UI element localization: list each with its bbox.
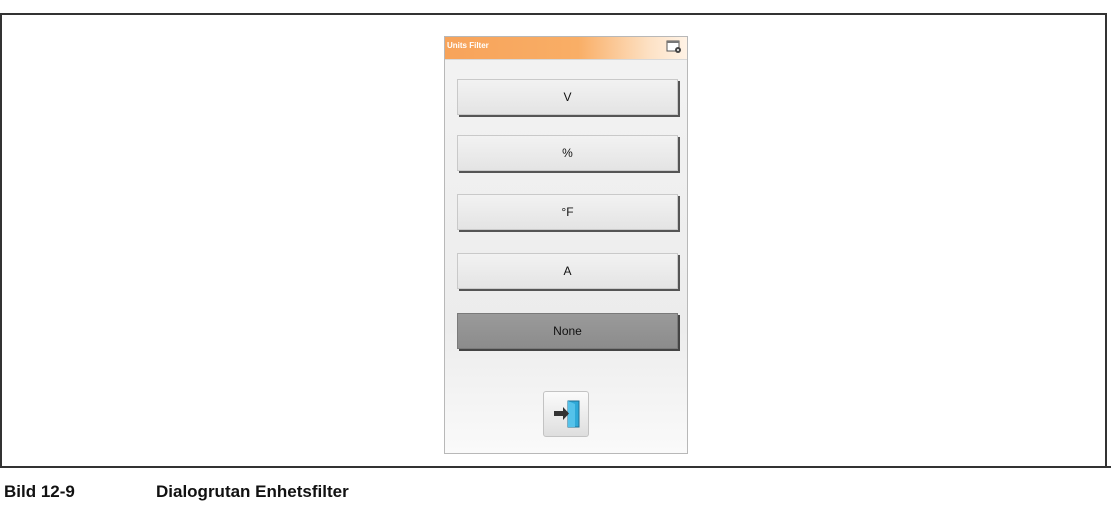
figure-divider [0, 466, 1111, 468]
unit-button-label: % [562, 146, 573, 160]
dialog-title: Units Filter [447, 41, 489, 50]
figure-caption-label: Bild 12-9 [4, 482, 75, 501]
unit-button-ampere[interactable]: A [457, 253, 678, 289]
units-filter-dialog: Units Filter V % °F A None [444, 36, 688, 454]
window-settings-icon[interactable] [666, 40, 682, 54]
figure-caption-title: Dialogrutan Enhetsfilter [156, 482, 349, 501]
exit-door-icon [554, 400, 580, 428]
unit-button-none[interactable]: None [457, 313, 678, 349]
unit-button-label: °F [561, 205, 574, 219]
unit-button-label: None [553, 324, 582, 338]
unit-button-label: A [563, 264, 572, 278]
unit-button-label: V [563, 90, 572, 104]
unit-button-v[interactable]: V [457, 79, 678, 115]
unit-button-fahrenheit[interactable]: °F [457, 194, 678, 230]
dialog-titlebar: Units Filter [445, 37, 687, 60]
unit-button-percent[interactable]: % [457, 135, 678, 171]
exit-button[interactable] [543, 391, 589, 437]
